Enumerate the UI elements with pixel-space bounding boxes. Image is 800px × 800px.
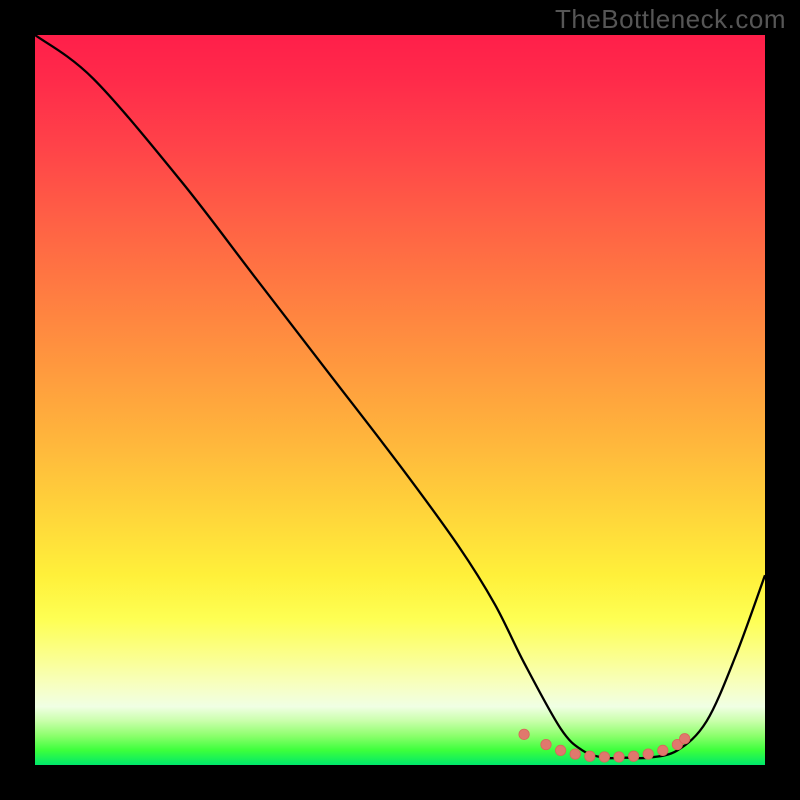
marker-dot	[643, 749, 653, 759]
marker-dot	[541, 739, 551, 749]
marker-dot	[658, 745, 668, 755]
marker-dot	[555, 745, 565, 755]
curve-layer	[35, 35, 765, 765]
marker-dot	[570, 749, 580, 759]
watermark-label: TheBottleneck.com	[555, 4, 786, 35]
marker-dot	[680, 734, 690, 744]
marker-dot	[614, 752, 624, 762]
bottleneck-curve	[35, 35, 765, 758]
marker-dot	[585, 751, 595, 761]
chart-frame: TheBottleneck.com	[0, 0, 800, 800]
optimal-markers	[519, 729, 690, 762]
marker-dot	[628, 751, 638, 761]
marker-dot	[519, 729, 529, 739]
marker-dot	[599, 752, 609, 762]
plot-area	[35, 35, 765, 765]
